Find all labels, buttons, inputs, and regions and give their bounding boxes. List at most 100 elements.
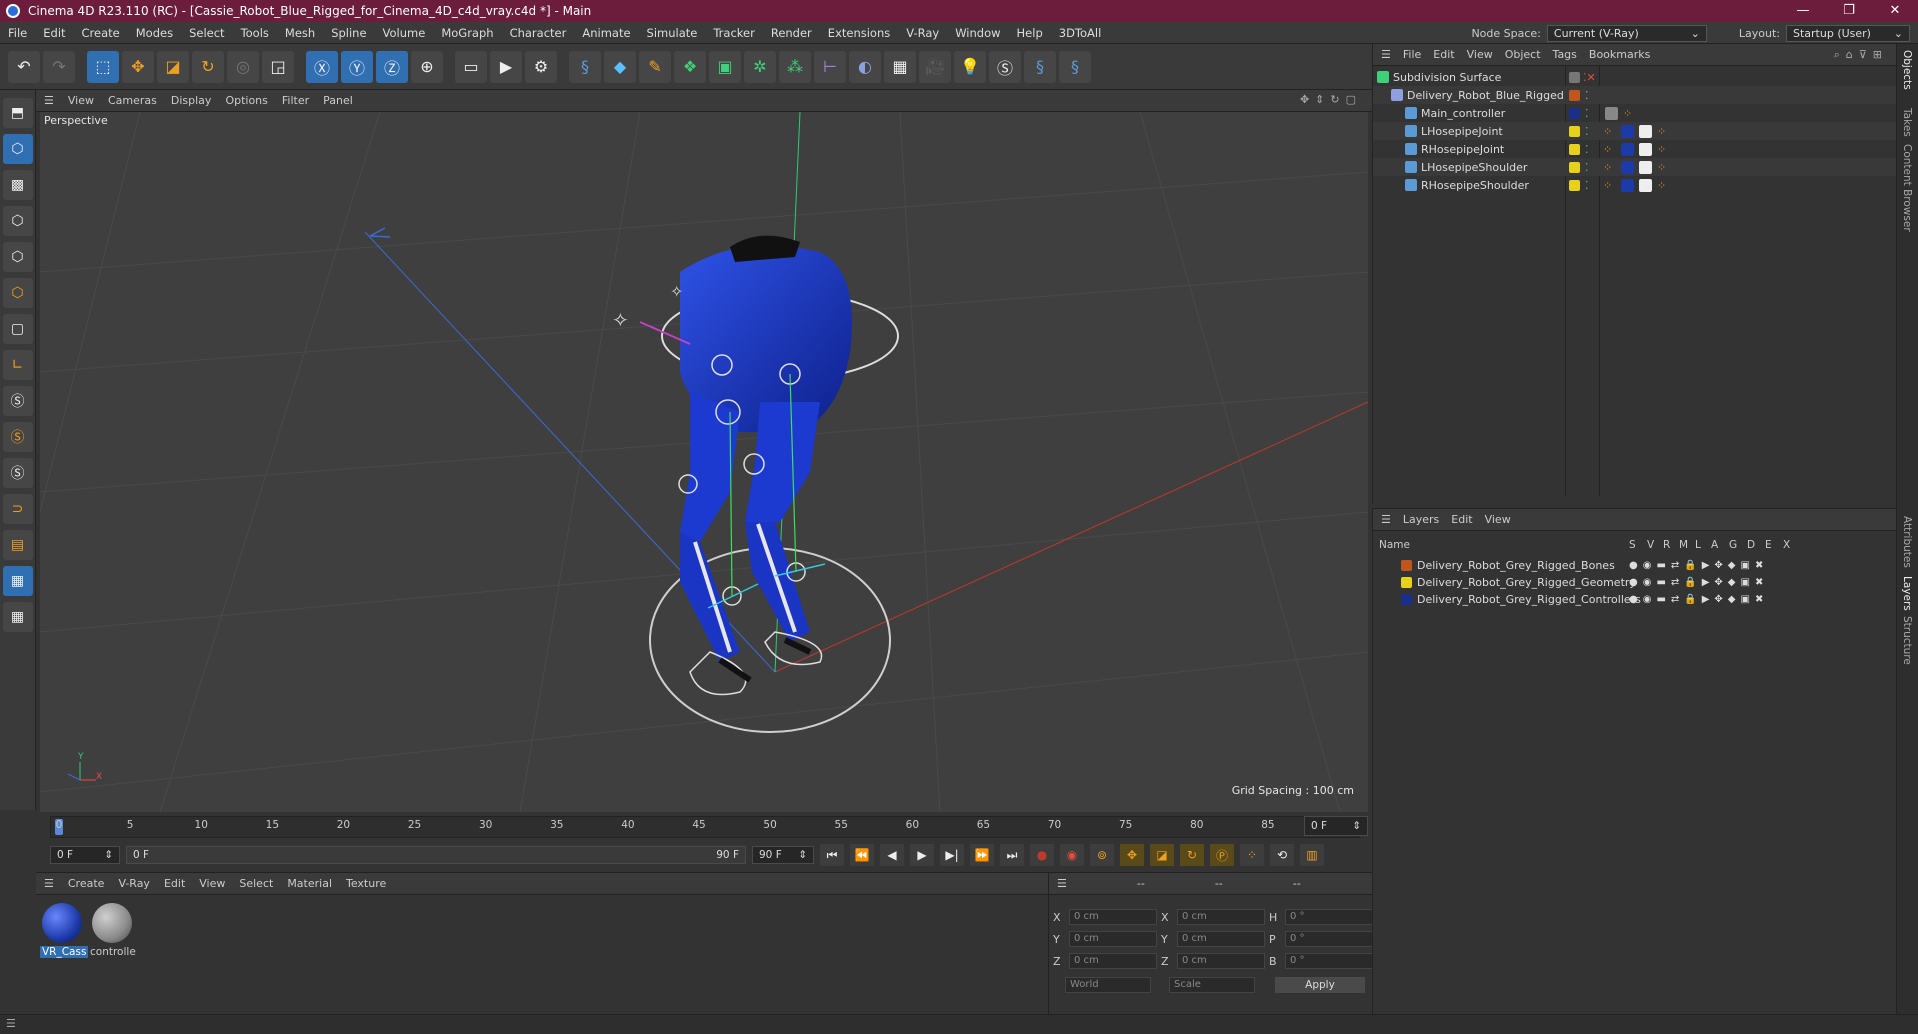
menu-vray[interactable]: V-Ray — [898, 26, 947, 40]
layer-swatch[interactable] — [1569, 107, 1580, 119]
tab-objects[interactable]: Objects — [1901, 50, 1913, 90]
position-key-icon[interactable]: ✥ — [1120, 844, 1144, 866]
viewport-menu-view[interactable]: View — [68, 94, 94, 107]
tab-layers[interactable]: Layers — [1901, 576, 1913, 611]
viewport-menu-filter[interactable]: Filter — [282, 94, 309, 107]
camera-icon[interactable]: 🎥 — [919, 50, 951, 83]
previous-frame-icon[interactable]: ◀ — [880, 844, 904, 866]
position-z-field[interactable]: 0 cm — [1069, 953, 1157, 969]
close-button[interactable]: ✕ — [1872, 0, 1918, 22]
x-axis-lock-icon[interactable]: Ⓧ — [306, 50, 338, 83]
cube-icon[interactable]: ◆ — [604, 50, 636, 83]
tab-content-browser[interactable]: Content Browser — [1901, 144, 1913, 232]
go-to-start-icon[interactable]: ⏮ — [820, 844, 844, 866]
object-menu-view[interactable]: View — [1467, 48, 1493, 61]
snap-icon[interactable]: Ⓢ — [2, 386, 33, 416]
next-key-icon[interactable]: ⏩ — [970, 844, 994, 866]
visibility-dots-icon[interactable]: ⁚ — [1585, 107, 1589, 120]
layer-menu-edit[interactable]: Edit — [1451, 513, 1472, 526]
object-row[interactable]: RHosepipeJoint ⁚ ⁘ ⁘ — [1373, 140, 1897, 158]
coordinate-system-icon[interactable]: ⊕ — [411, 50, 443, 83]
ik-tag-icon[interactable]: ⁘ — [1623, 107, 1632, 120]
python-script-2-icon[interactable]: § — [1059, 50, 1091, 83]
viewport-menu-cameras[interactable]: Cameras — [108, 94, 157, 107]
render-view-icon[interactable]: ▶ — [490, 50, 522, 83]
next-frame-icon[interactable]: ▶| — [940, 844, 964, 866]
viewport-menu-display[interactable]: Display — [171, 94, 212, 107]
rotation-h-field[interactable]: 0 ° — [1285, 909, 1373, 925]
axis-mode-icon[interactable]: ∟ — [2, 350, 33, 380]
constraint-tag-icon[interactable]: ⁘ — [1657, 179, 1666, 192]
menu-mograph[interactable]: MoGraph — [433, 26, 501, 40]
layout-dropdown[interactable]: Startup (User) ⌄ — [1786, 24, 1910, 42]
deformer-icon[interactable]: ⊢ — [814, 50, 846, 83]
viewport-menu-options[interactable]: Options — [225, 94, 267, 107]
menu-spline[interactable]: Spline — [323, 26, 374, 40]
workplane-snap-icon[interactable]: Ⓢ — [2, 458, 33, 488]
autokey-icon[interactable]: ◉ — [1060, 844, 1084, 866]
layer-color-swatch[interactable] — [1401, 577, 1412, 588]
ik-tag-icon[interactable]: ⁘ — [1603, 179, 1612, 192]
material-menu-create[interactable]: Create — [68, 877, 105, 890]
menu-create[interactable]: Create — [74, 26, 128, 40]
magnet-icon[interactable]: ⊃ — [2, 494, 33, 524]
apply-button[interactable]: Apply — [1275, 977, 1365, 993]
object-manager-tool-icons[interactable]: ⌕⌂⊽⊞ — [1834, 48, 1888, 62]
object-row[interactable]: LHosepipeShoulder ⁚ ⁘ ⁘ — [1373, 158, 1897, 176]
layer-toggle-icons[interactable]: ●◉▬⇄🔒▶✥◆▣✖ — [1629, 560, 1768, 571]
play-icon[interactable]: ▶ — [910, 844, 934, 866]
go-to-end-icon[interactable]: ⏭ — [1000, 844, 1024, 866]
render-region-icon[interactable]: ▭ — [455, 50, 487, 83]
layer-swatch[interactable] — [1569, 89, 1580, 101]
object-row[interactable]: LHosepipeJoint ⁚ ⁘ ⁘ — [1373, 122, 1897, 140]
material-menu-select[interactable]: Select — [239, 877, 273, 890]
layer-swatch[interactable] — [1569, 161, 1580, 173]
cloner-icon[interactable]: ✲ — [744, 50, 776, 83]
size-mode-dropdown[interactable]: Scale — [1169, 977, 1255, 993]
tab-takes[interactable]: Takes — [1901, 108, 1913, 137]
layer-toggle-icons[interactable]: ●◉▬⇄🔒▶✥◆▣✖ — [1629, 577, 1768, 588]
frame-display-field[interactable]: 0 F ⇕ — [1304, 816, 1368, 836]
hamburger-icon[interactable]: ☰ — [44, 877, 54, 890]
subdivision-icon[interactable]: ❖ — [674, 50, 706, 83]
edges-mode-icon[interactable]: ⬡ — [2, 242, 33, 272]
layer-menu-layers[interactable]: Layers — [1403, 513, 1439, 526]
minimize-button[interactable]: — — [1780, 0, 1826, 22]
recent-tool-icon[interactable]: ◎ — [227, 50, 259, 83]
end-frame-field[interactable]: 90 F ⇕ — [752, 846, 814, 864]
visibility-dots-icon[interactable]: ⁚ — [1585, 143, 1589, 156]
constraint-tag-icon[interactable]: ⁘ — [1657, 161, 1666, 174]
snap-settings-icon[interactable]: Ⓢ — [2, 422, 33, 452]
menu-character[interactable]: Character — [502, 26, 575, 40]
material-tag-icon[interactable] — [1621, 160, 1634, 174]
python-icon[interactable]: § — [569, 50, 601, 83]
layer-swatch[interactable] — [1569, 143, 1580, 155]
coordinate-space-dropdown[interactable]: World — [1065, 977, 1151, 993]
visibility-dots-icon[interactable]: ⁚ — [1585, 161, 1589, 174]
menu-edit[interactable]: Edit — [35, 26, 73, 40]
rotation-key-icon[interactable]: ↻ — [1180, 844, 1204, 866]
vray-icon[interactable]: Ⓢ — [989, 50, 1021, 83]
checker-tag-icon[interactable] — [1639, 124, 1652, 138]
model-mode-icon[interactable]: ⬡ — [2, 134, 33, 164]
light-icon[interactable]: 💡 — [954, 50, 986, 83]
scale-tool-icon[interactable]: ◪ — [157, 50, 189, 83]
timeline-ruler[interactable]: 051015202530354045505560657075808590 — [50, 816, 1360, 838]
ik-tag-icon[interactable]: ⁘ — [1603, 125, 1612, 138]
object-row[interactable]: RHosepipeShoulder ⁚ ⁘ ⁘ — [1373, 176, 1897, 194]
selection-tool-icon[interactable]: ⬚ — [87, 50, 119, 83]
pen-spline-icon[interactable]: ✎ — [639, 50, 671, 83]
layer-menu-view[interactable]: View — [1485, 513, 1511, 526]
menu-window[interactable]: Window — [947, 26, 1008, 40]
perspective-viewport[interactable]: ✧ ✧ Perspective Grid Spacing : 100 cm Y … — [40, 112, 1368, 812]
material-vr-cass[interactable]: VR_Cass — [40, 903, 89, 958]
material-tag-icon[interactable] — [1605, 106, 1618, 120]
menu-3dtoall[interactable]: 3DToAll — [1051, 26, 1110, 40]
menu-simulate[interactable]: Simulate — [639, 26, 706, 40]
layer-color-swatch[interactable] — [1401, 594, 1412, 605]
menu-animate[interactable]: Animate — [574, 26, 638, 40]
node-space-dropdown[interactable]: Current (V-Ray) ⌄ — [1546, 24, 1707, 42]
checker-tag-icon[interactable] — [1639, 142, 1652, 156]
layer-row[interactable]: Delivery_Robot_Grey_Rigged_Controllers ●… — [1373, 591, 1897, 608]
layer-swatch[interactable] — [1569, 179, 1580, 191]
